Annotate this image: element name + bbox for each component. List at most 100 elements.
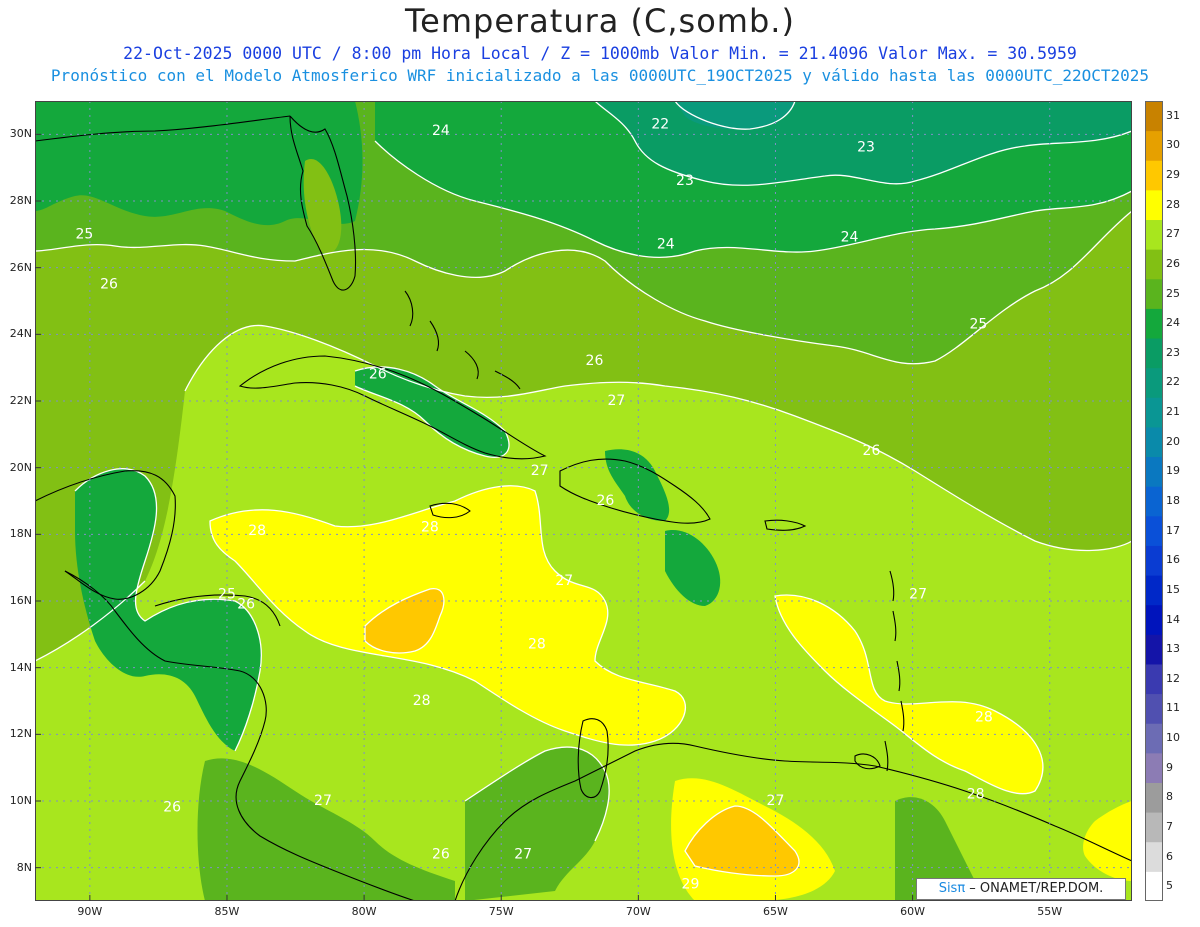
colorbar-label: 27 — [1166, 227, 1180, 241]
colorbar-swatch — [1145, 308, 1163, 339]
contour-label: 27 — [531, 463, 549, 479]
colorbar-label: 6 — [1166, 849, 1173, 863]
lat-label: 20N — [9, 460, 32, 474]
model-info-subtitle: Pronóstico con el Modelo Atmosferico WRF… — [50, 66, 1150, 85]
colorbar-swatch — [1145, 871, 1163, 901]
colorbar-label: 26 — [1166, 256, 1180, 270]
contour-label: 29 — [682, 876, 700, 892]
colorbar-swatch — [1145, 723, 1163, 754]
lat-label: 22N — [9, 394, 32, 407]
colorbar-swatch — [1145, 752, 1163, 783]
colorbar-label: 8 — [1166, 790, 1173, 804]
contour-label: 28 — [413, 693, 431, 709]
colorbar-label: 31 — [1166, 108, 1180, 122]
credit-box: Sisπ – ONAMET/REP.DOM. — [916, 878, 1126, 900]
lon-label: 80W — [351, 905, 377, 918]
colorbar-label: 18 — [1166, 494, 1180, 507]
contour-label: 26 — [163, 800, 181, 816]
colorbar-swatch — [1145, 101, 1163, 132]
lon-label: 55W — [1037, 905, 1063, 918]
colorbar-swatch — [1145, 841, 1163, 872]
colorbar-label: 11 — [1166, 701, 1180, 715]
forecast-time-subtitle: 22-Oct-2025 0000 UTC / 8:00 pm Hora Loca… — [123, 44, 1077, 63]
contour-label: 25 — [970, 316, 988, 332]
colorbar-label: 17 — [1166, 523, 1180, 537]
colorbar-label: 22 — [1166, 375, 1180, 389]
contour-label: 23 — [676, 173, 694, 189]
contour-label: 26 — [237, 596, 255, 612]
contour-label: 24 — [657, 236, 675, 252]
colorbar-swatch — [1145, 130, 1163, 161]
contour-label: 27 — [555, 573, 573, 589]
colorbar-swatch — [1145, 693, 1163, 724]
temperature-colorbar — [1145, 101, 1163, 901]
colorbar-label: 30 — [1166, 138, 1180, 152]
colorbar-swatch — [1145, 575, 1163, 606]
colorbar-swatch — [1145, 249, 1163, 280]
contour-label: 28 — [248, 523, 266, 539]
lat-label: 18N — [9, 527, 32, 541]
colorbar-swatch — [1145, 367, 1163, 398]
lat-label: 30N — [9, 127, 32, 141]
colorbar-swatch — [1145, 426, 1163, 458]
colorbar-swatch — [1145, 189, 1163, 221]
temperature-map: 24 222323252624 242626252726272628 28272526… — [35, 101, 1132, 901]
colorbar-swatch — [1145, 397, 1163, 428]
contour-label: 26 — [597, 493, 615, 509]
lon-label: 65W — [763, 905, 788, 918]
lat-label: 14N — [9, 660, 32, 674]
colorbar-swatch — [1145, 782, 1163, 813]
colorbar-swatch — [1145, 515, 1163, 546]
lon-label: 70W — [625, 905, 651, 918]
colorbar-swatch — [1145, 663, 1163, 695]
colorbar-label: 24 — [1166, 316, 1180, 330]
lat-label: 28N — [9, 194, 32, 207]
colorbar-label: 28 — [1166, 197, 1180, 211]
lat-label: 10N — [9, 794, 32, 807]
contour-label: 27 — [767, 793, 785, 809]
colorbar-swatch — [1145, 634, 1163, 665]
contour-label: 26 — [100, 276, 118, 292]
contour-label: 27 — [607, 393, 625, 409]
lat-label: 16N — [9, 594, 32, 607]
colorbar-label: 15 — [1166, 582, 1180, 596]
colorbar-swatch — [1145, 545, 1163, 576]
lat-label: 12N — [9, 727, 32, 741]
contour-label: 25 — [218, 586, 236, 602]
colorbar-label: 29 — [1166, 168, 1180, 182]
contour-label: 28 — [528, 636, 546, 652]
colorbar-label: 23 — [1166, 345, 1180, 359]
colorbar-label: 10 — [1166, 731, 1180, 745]
colorbar-label: 5 — [1166, 879, 1173, 893]
contour-label: 24 — [841, 230, 859, 246]
contour-label: 28 — [975, 710, 993, 726]
colorbar-swatch — [1145, 486, 1163, 517]
colorbar-label: 9 — [1166, 760, 1173, 774]
contour-label: 27 — [909, 586, 927, 602]
colorbar-swatch — [1145, 219, 1163, 250]
contour-label: 26 — [863, 443, 881, 459]
contour-label: 26 — [586, 353, 604, 369]
colorbar-swatch — [1145, 456, 1163, 487]
lat-label: 8N — [16, 860, 32, 874]
colorbar-label: 13 — [1166, 642, 1180, 656]
colorbar-swatch — [1145, 278, 1163, 309]
lat-label: 26N — [9, 260, 32, 274]
colorbar-swatch — [1145, 604, 1163, 635]
contour-label: 26 — [432, 846, 450, 862]
colorbar-swatch — [1145, 160, 1163, 191]
colorbar-label: 12 — [1166, 671, 1180, 685]
colorbar-swatch — [1145, 338, 1163, 369]
contour-label: 28 — [967, 786, 985, 802]
contour-label: 27 — [514, 846, 532, 862]
colorbar-label: 25 — [1166, 286, 1180, 300]
contour-label: 23 — [857, 140, 875, 156]
colorbar-label: 16 — [1166, 553, 1180, 567]
contour-label: 28 — [421, 520, 439, 536]
colorbar-label: 21 — [1166, 405, 1180, 419]
contour-label: 26 — [369, 366, 387, 382]
colorbar-label: 14 — [1166, 612, 1180, 626]
colorbar-label: 20 — [1166, 434, 1180, 448]
lon-label: 75W — [488, 905, 514, 918]
lon-label: 90W — [77, 905, 103, 918]
